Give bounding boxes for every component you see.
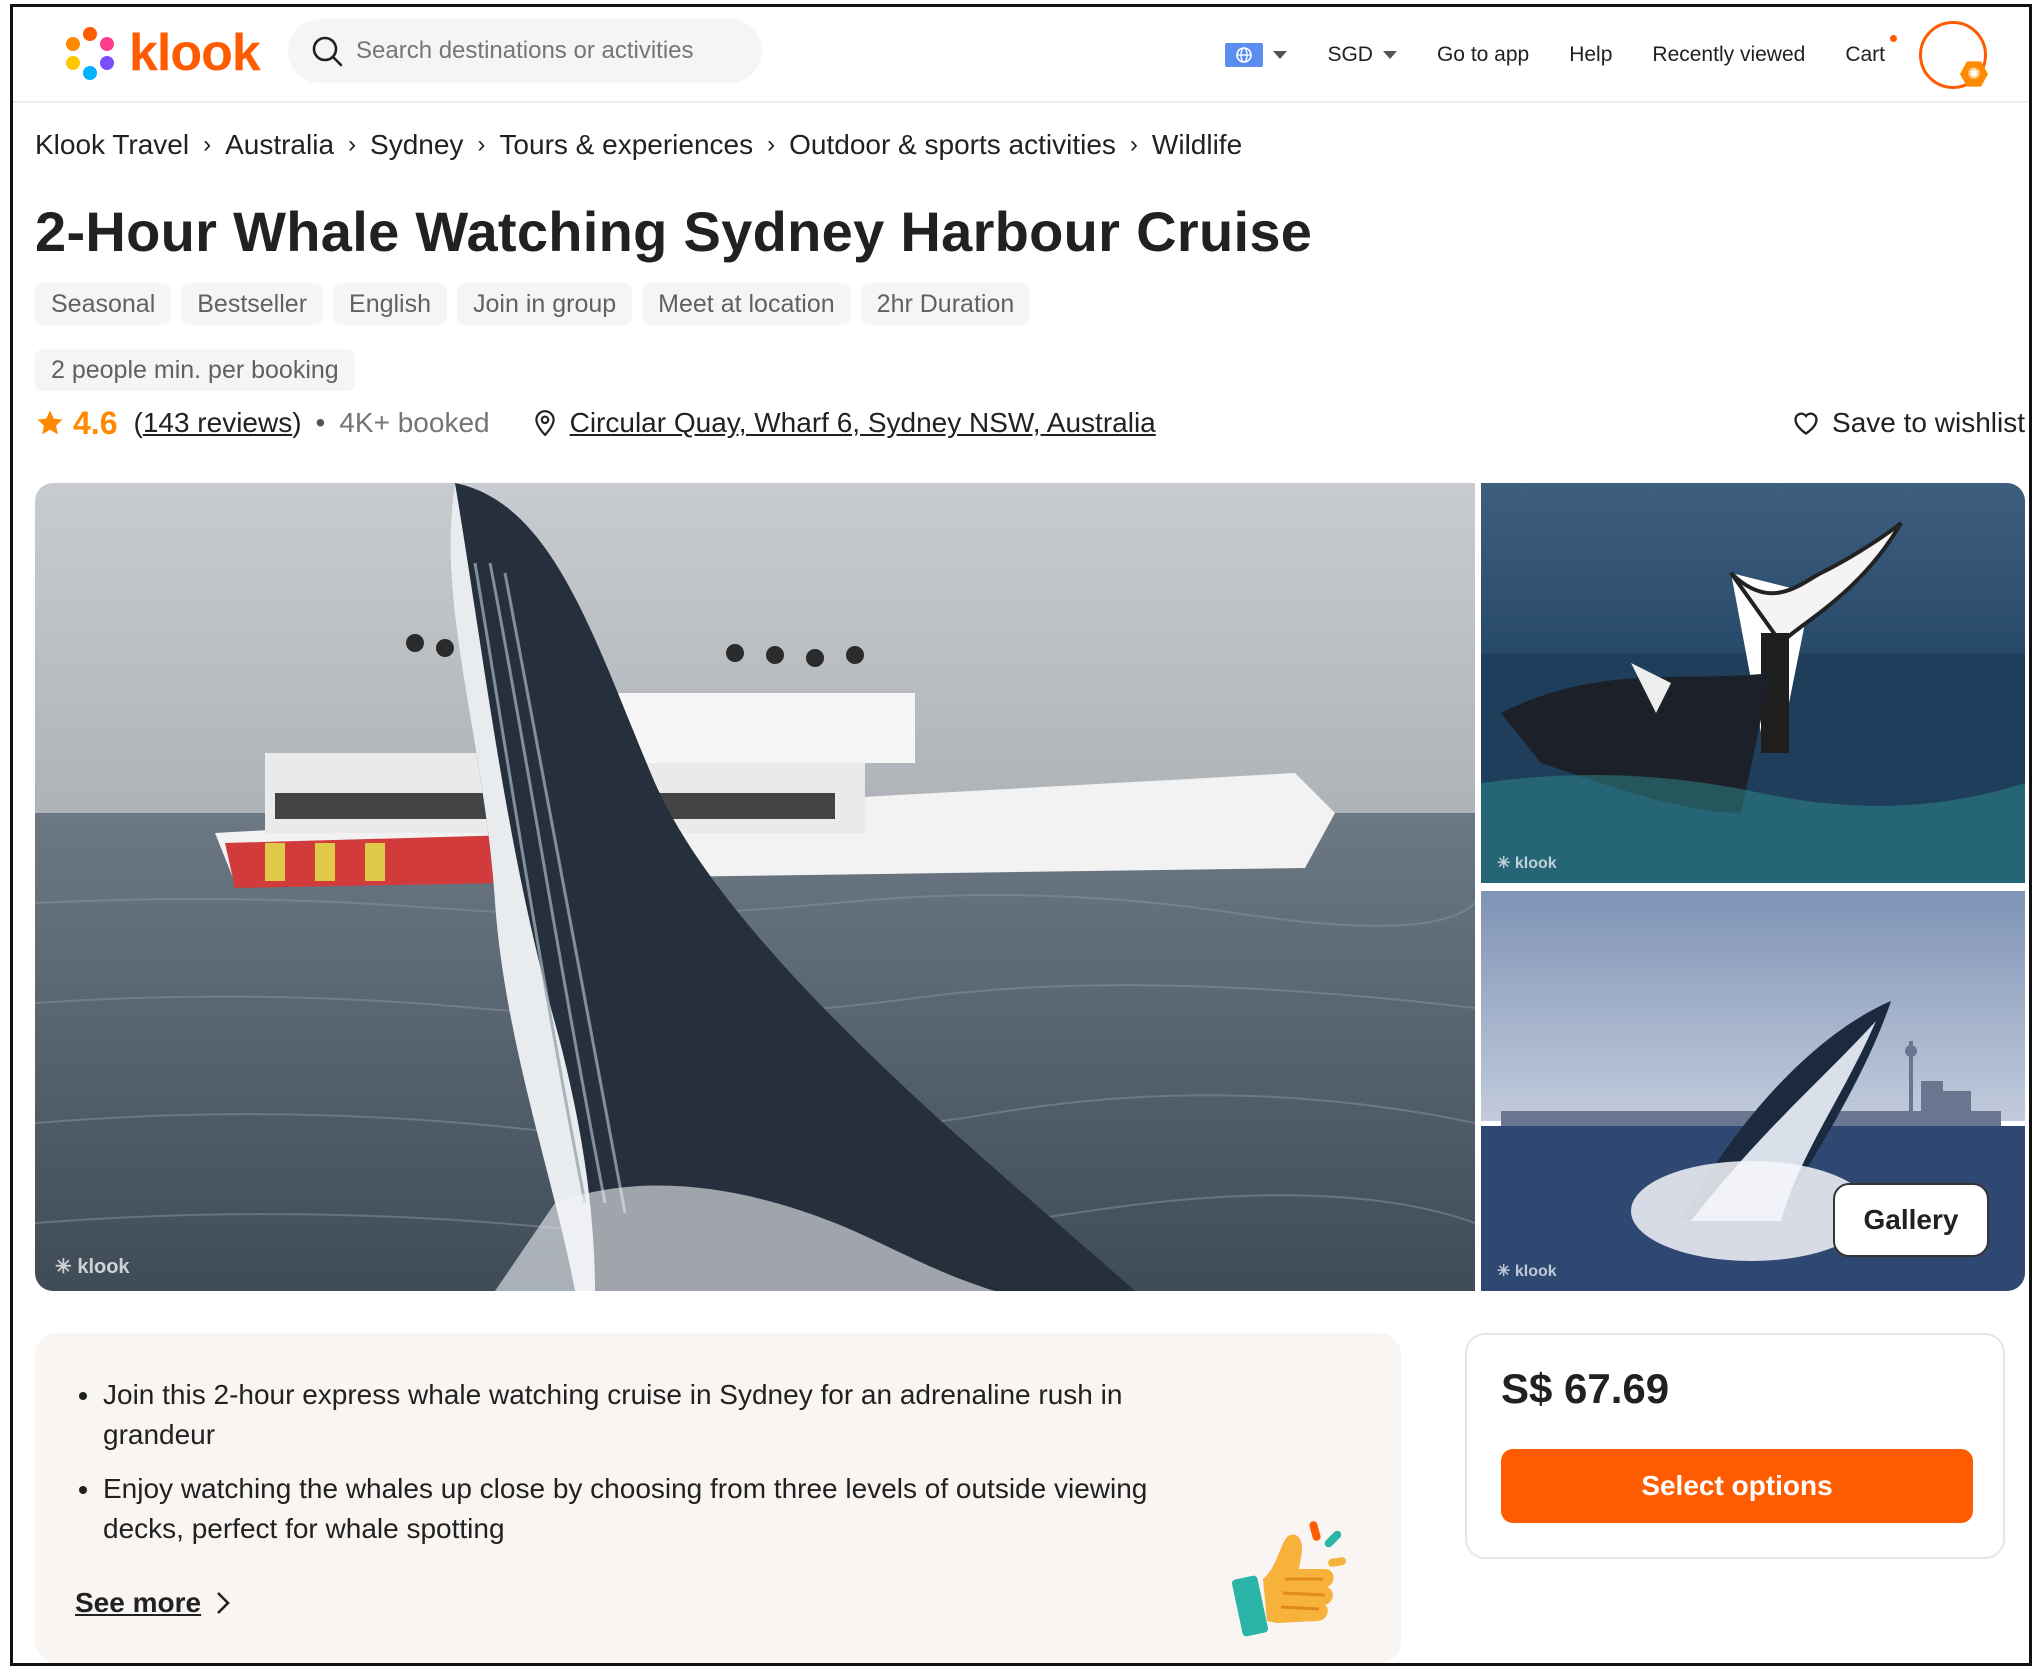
breadcrumb-item[interactable]: Australia (225, 129, 334, 161)
location-pin-icon (534, 410, 555, 437)
globe-icon (1225, 43, 1264, 67)
side-photo-whale-city[interactable]: ✳ klook Gallery (1481, 891, 2025, 1291)
whale-boat-illustration: ✳ klook (35, 483, 1475, 1291)
main-photo-whale-breach[interactable]: ✳ klook (35, 483, 1475, 1291)
breadcrumb-item[interactable]: Tours & experiences (499, 129, 753, 161)
logo-text: klook (129, 24, 261, 82)
search-input[interactable]: Search destinations or activities (288, 19, 762, 83)
separator-dot: • (315, 407, 326, 438)
top-header: klook Search destinations or activities … (13, 7, 2029, 103)
tag: 2hr Duration (860, 283, 1031, 325)
price-card: S$ 67.69 Select options (1465, 1333, 2005, 1559)
breadcrumb-item[interactable]: Klook Travel (35, 129, 189, 161)
save-to-wishlist-button[interactable]: Save to wishlist (1792, 407, 2025, 439)
watermark: ✳ klook (1497, 855, 1557, 872)
reviews-close-paren: ) (292, 407, 302, 438)
search-icon (312, 36, 343, 67)
side-photo-whale-tail[interactable]: ✳ klook (1481, 483, 2025, 883)
klook-logo-icon (66, 27, 114, 80)
rating-score: 4.6 (73, 404, 118, 441)
user-avatar[interactable]: ✺ (1919, 21, 1988, 89)
tag: English (333, 283, 448, 325)
highlights-panel: Join this 2-hour express whale watching … (35, 1333, 1401, 1663)
price-value: S$ 67.69 (1501, 1365, 1670, 1412)
breadcrumb-item[interactable]: Outdoor & sports activities (789, 129, 1116, 161)
chevron-right-icon: › (477, 131, 486, 158)
chevron-down-icon (1273, 51, 1288, 59)
currency-selector[interactable]: SGD (1327, 43, 1397, 67)
breadcrumb-item[interactable]: Wildlife (1152, 129, 1242, 161)
watermark: ✳ klook (55, 1256, 130, 1278)
go-to-app-link[interactable]: Go to app (1437, 43, 1529, 67)
cart-notification-dot (1890, 35, 1897, 42)
chevron-right-icon: › (203, 131, 212, 158)
chevron-right-icon: › (348, 131, 357, 158)
header-nav: SGD Go to app Help Recently viewed Cart … (1185, 7, 2029, 103)
heart-icon (1794, 412, 1818, 435)
star-icon (37, 410, 63, 435)
location-text: Circular Quay, Wharf 6, Sydney NSW, Aust… (569, 407, 1156, 438)
cart-link[interactable]: Cart (1845, 35, 1897, 67)
reviews-link[interactable]: (143 reviews) (133, 407, 301, 439)
see-more-link[interactable]: See more (75, 1587, 231, 1619)
gallery-button[interactable]: Gallery (1833, 1183, 1989, 1257)
reviews-open-paren: ( (133, 407, 143, 438)
tag: Meet at location (642, 283, 851, 325)
wishlist-label: Save to wishlist (1832, 407, 2025, 438)
reviews-count: 143 reviews (142, 407, 293, 438)
activity-meta: 4.6 (143 reviews) • 4K+ booked Circular … (35, 401, 2025, 445)
thumbs-up-icon (1231, 1521, 1346, 1637)
cart-label: Cart (1845, 43, 1885, 66)
membership-badge-icon: ✺ (1960, 61, 1988, 87)
chevron-down-icon (1382, 51, 1397, 59)
klook-logo[interactable]: klook (61, 23, 261, 83)
language-selector[interactable] (1225, 43, 1288, 67)
breadcrumb-item[interactable]: Sydney (370, 129, 463, 161)
page-frame: klook Search destinations or activities … (10, 4, 2032, 1666)
highlight-item: Join this 2-hour express whale watching … (75, 1375, 1235, 1455)
select-options-button[interactable]: Select options (1501, 1449, 1973, 1523)
currency-label: SGD (1327, 43, 1373, 66)
tag: Join in group (457, 283, 633, 325)
photo-gallery: ✳ klook ✳ klook ✳ klook Gallery (35, 483, 2025, 1291)
recently-viewed-link[interactable]: Recently viewed (1652, 43, 1805, 67)
chevron-right-icon: › (767, 131, 776, 158)
whale-tail-illustration: ✳ klook (1481, 483, 2025, 883)
see-more-label: See more (75, 1587, 202, 1618)
breadcrumb: Klook Travel › Australia › Sydney › Tour… (35, 129, 1242, 161)
tag: Seasonal (35, 283, 172, 325)
location-link[interactable]: Circular Quay, Wharf 6, Sydney NSW, Aust… (532, 407, 1156, 439)
search-placeholder: Search destinations or activities (356, 37, 694, 64)
chevron-right-icon (217, 1592, 230, 1614)
page-title: 2-Hour Whale Watching Sydney Harbour Cru… (35, 200, 1313, 263)
activity-tags: Seasonal Bestseller English Join in grou… (35, 283, 1135, 391)
highlights-list: Join this 2-hour express whale watching … (75, 1375, 1361, 1549)
help-link[interactable]: Help (1569, 43, 1612, 67)
tag: 2 people min. per booking (35, 349, 355, 391)
booked-count: 4K+ booked (339, 407, 490, 438)
tag: Bestseller (181, 283, 324, 325)
highlight-item: Enjoy watching the whales up close by ch… (75, 1469, 1235, 1549)
watermark: ✳ klook (1497, 1263, 1557, 1280)
chevron-right-icon: › (1129, 131, 1138, 158)
